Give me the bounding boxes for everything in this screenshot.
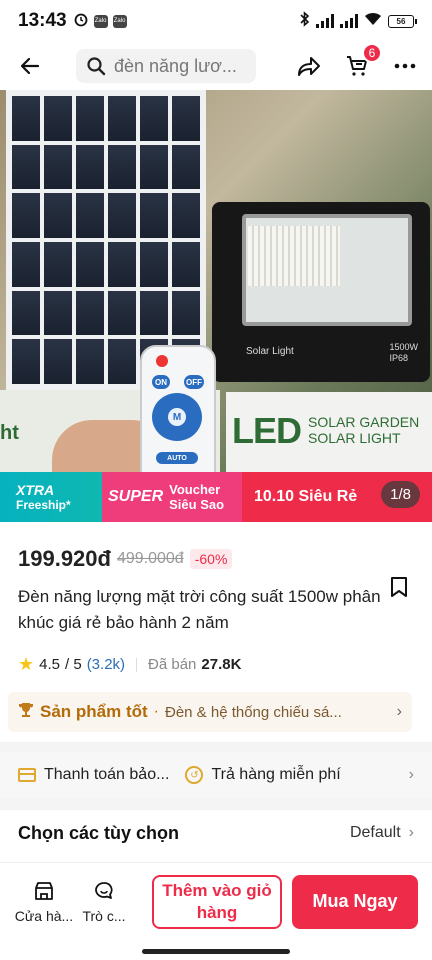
- zalo-icon: Zalo: [93, 14, 108, 28]
- alarm-icon: [73, 11, 89, 32]
- battery-icon: 56: [388, 14, 417, 28]
- shop-icon: [35, 881, 53, 900]
- shop-button[interactable]: Cửa hà...: [14, 880, 74, 924]
- rating-row[interactable]: ★ 4.5 / 5 (3.2k) Đã bán 27.8K: [18, 654, 241, 675]
- promo-banner[interactable]: XTRA Freeship* SUPER Voucher Siêu Sao 10.…: [0, 472, 432, 522]
- chat-button[interactable]: Trò c...: [74, 880, 134, 924]
- product-title: Đèn năng lượng mặt trời công suất 1500w …: [18, 587, 381, 632]
- bookmark-icon: [391, 577, 407, 597]
- share-button[interactable]: [294, 51, 324, 81]
- card-icon: [18, 768, 36, 782]
- led-box-text: LED: [232, 410, 302, 451]
- led-box-subtext: SOLAR GARDEN: [308, 414, 420, 430]
- search-icon: [87, 57, 106, 76]
- flood-light-picture: Solar Light 1500W IP68: [212, 202, 430, 382]
- zalo-icon: Zalo: [112, 14, 127, 28]
- status-notifications: Zalo Zalo: [73, 11, 127, 32]
- rating-count: (3.2k): [86, 656, 126, 673]
- signal-icon: [340, 14, 358, 28]
- status-time: 13:43: [18, 10, 67, 31]
- discount-badge: -60%: [189, 549, 233, 569]
- signal-icon: [316, 14, 334, 28]
- chevron-right-icon: ›: [396, 703, 402, 720]
- status-system-icons: 56: [300, 10, 417, 32]
- more-icon: [394, 63, 416, 69]
- rating-max: / 5: [65, 656, 82, 673]
- panel-box-text: ht: [0, 422, 19, 444]
- share-icon: [298, 57, 320, 76]
- image-counter: 1/8: [381, 481, 420, 508]
- good-product-category: Đèn & hệ thống chiếu sá...: [165, 703, 342, 721]
- nav-actions: 6: [294, 43, 420, 81]
- payment-return-row[interactable]: Thanh toán bảo... ↺ Trả hàng miễn phí ›: [0, 752, 432, 798]
- payment-protection-text: Thanh toán bảo...: [44, 766, 170, 783]
- cart-badge: 6: [362, 43, 382, 63]
- good-product-banner[interactable]: Sản phẩm tốt · Đèn & hệ thống chiếu sá..…: [8, 692, 412, 732]
- super-voucher-badge: SUPER Voucher Siêu Sao: [102, 472, 242, 522]
- top-nav: đèn năng lươ... 6: [0, 42, 432, 90]
- rating-value: 4.5: [39, 656, 60, 673]
- free-return-text: Trả hàng miễn phí: [211, 766, 341, 783]
- more-button[interactable]: [390, 51, 420, 81]
- options-selector[interactable]: Chọn các tùy chọn Default ›: [0, 810, 432, 856]
- status-bar: 13:43 Zalo Zalo 56: [0, 0, 432, 42]
- led-box-subtext: SOLAR LIGHT: [308, 430, 401, 446]
- back-arrow-icon: [20, 57, 40, 75]
- original-price: 499.000đ: [116, 550, 184, 567]
- search-placeholder: đèn năng lươ...: [114, 55, 237, 76]
- bottom-action-bar: Cửa hà... Trò c... Thêm vào giỏ hàng Mua…: [0, 862, 432, 940]
- add-to-cart-button[interactable]: Thêm vào giỏ hàng: [152, 874, 282, 929]
- bluetooth-icon: [300, 10, 310, 32]
- search-input[interactable]: đèn năng lươ...: [76, 49, 256, 83]
- flood-light-label: Solar Light: [246, 346, 294, 357]
- sold-label: Đã bán: [148, 656, 197, 673]
- product-image[interactable]: ht LED SOLAR GARDEN SOLAR LIGHT Solar Li…: [0, 90, 432, 472]
- bookmark-button[interactable]: [390, 576, 410, 598]
- return-icon: ↺: [185, 766, 204, 784]
- chevron-right-icon: ›: [408, 766, 414, 783]
- options-value: Default: [349, 824, 401, 841]
- buy-now-button[interactable]: Mua Ngay: [292, 874, 418, 929]
- sold-value: 27.8K: [201, 656, 242, 673]
- chat-icon: [95, 881, 113, 899]
- options-title: Chọn các tùy chọn: [18, 822, 180, 843]
- back-button[interactable]: [12, 48, 48, 84]
- current-price: 199.920đ: [18, 546, 111, 571]
- home-indicator[interactable]: [142, 949, 290, 954]
- chevron-right-icon: ›: [408, 824, 414, 841]
- good-product-title: Sản phẩm tốt: [40, 702, 148, 721]
- trophy-icon: [18, 702, 34, 723]
- star-icon: ★: [18, 654, 35, 674]
- flood-light-spec: 1500W IP68: [389, 342, 418, 363]
- cart-button[interactable]: 6: [342, 43, 382, 81]
- xtra-freeship-badge: XTRA Freeship*: [0, 472, 102, 522]
- price-row: 199.920đ 499.000đ -60%: [18, 546, 233, 572]
- wifi-icon: [364, 12, 382, 31]
